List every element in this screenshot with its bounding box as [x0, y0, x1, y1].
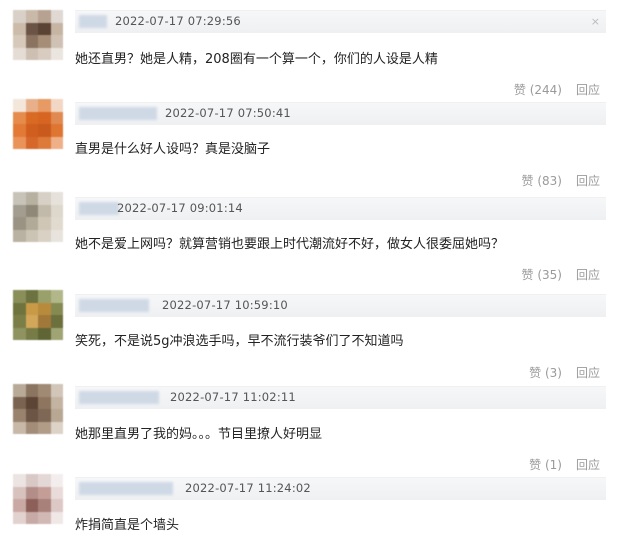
comment-text: 直男是什么好人设吗？真是没脑子	[75, 142, 271, 157]
avatar[interactable]	[13, 384, 63, 434]
like-button[interactable]: 赞 (35)	[522, 266, 562, 283]
comment-timestamp: 2022-07-17 09:01:14	[117, 201, 243, 215]
like-button[interactable]: 赞 (83)	[522, 172, 562, 189]
username[interactable]	[79, 391, 159, 404]
username[interactable]	[79, 107, 157, 120]
avatar[interactable]	[13, 192, 63, 242]
comment-timestamp: 2022-07-17 07:29:56	[115, 14, 241, 28]
comment-actions: 赞 (83) 回应	[522, 172, 600, 189]
comment-timestamp: 2022-07-17 11:24:02	[185, 481, 311, 495]
comment-actions: 赞 (3) 回应	[529, 364, 600, 381]
like-button[interactable]: 赞 (1)	[529, 456, 562, 473]
comment-actions: 赞 (35) 回应	[522, 266, 600, 283]
close-icon[interactable]: ×	[591, 15, 600, 28]
comment-text: 她还直男？她是人精，208圈有一个算一个，你们的人设是人精	[75, 52, 438, 67]
username[interactable]	[79, 15, 107, 28]
comment-text: 笑死，不是说5g冲浪选手吗，早不流行装爷们了不知道吗	[75, 334, 404, 349]
reply-button[interactable]: 回应	[576, 364, 600, 381]
comment-text: 炸捐简直是个墙头	[75, 518, 180, 533]
avatar[interactable]	[13, 10, 63, 60]
comment-header: 2022-07-17 11:02:11	[75, 386, 606, 409]
comment-actions: 赞 (1) 回应	[529, 456, 600, 473]
reply-button[interactable]: 回应	[576, 172, 600, 189]
username[interactable]	[79, 299, 149, 312]
comment-header: 2022-07-17 10:59:10	[75, 294, 606, 317]
comment-timestamp: 2022-07-17 10:59:10	[162, 298, 288, 312]
comment-actions: 赞 (244) 回应	[514, 81, 600, 98]
username[interactable]	[79, 202, 119, 215]
avatar[interactable]	[13, 290, 63, 340]
comment-header: 2022-07-17 11:24:02	[75, 477, 606, 500]
comment-header: 2022-07-17 09:01:14	[75, 197, 606, 220]
comment-timestamp: 2022-07-17 11:02:11	[170, 390, 296, 404]
reply-button[interactable]: 回应	[576, 456, 600, 473]
avatar[interactable]	[13, 99, 63, 149]
like-button[interactable]: 赞 (244)	[514, 81, 562, 98]
avatar[interactable]	[13, 474, 63, 524]
comment-timestamp: 2022-07-17 07:50:41	[165, 106, 291, 120]
comment-text: 她不是爱上网吗？就算营销也要跟上时代潮流好不好，做女人很委屈她吗？	[75, 237, 505, 252]
reply-button[interactable]: 回应	[576, 266, 600, 283]
username[interactable]	[79, 482, 173, 495]
comment-header: 2022-07-17 07:29:56 ×	[75, 10, 606, 33]
comment-header: 2022-07-17 07:50:41	[75, 102, 606, 125]
like-button[interactable]: 赞 (3)	[529, 364, 562, 381]
reply-button[interactable]: 回应	[576, 81, 600, 98]
comment-text: 她那里直男了我的妈。。。节目里撩人好明显	[75, 427, 323, 442]
